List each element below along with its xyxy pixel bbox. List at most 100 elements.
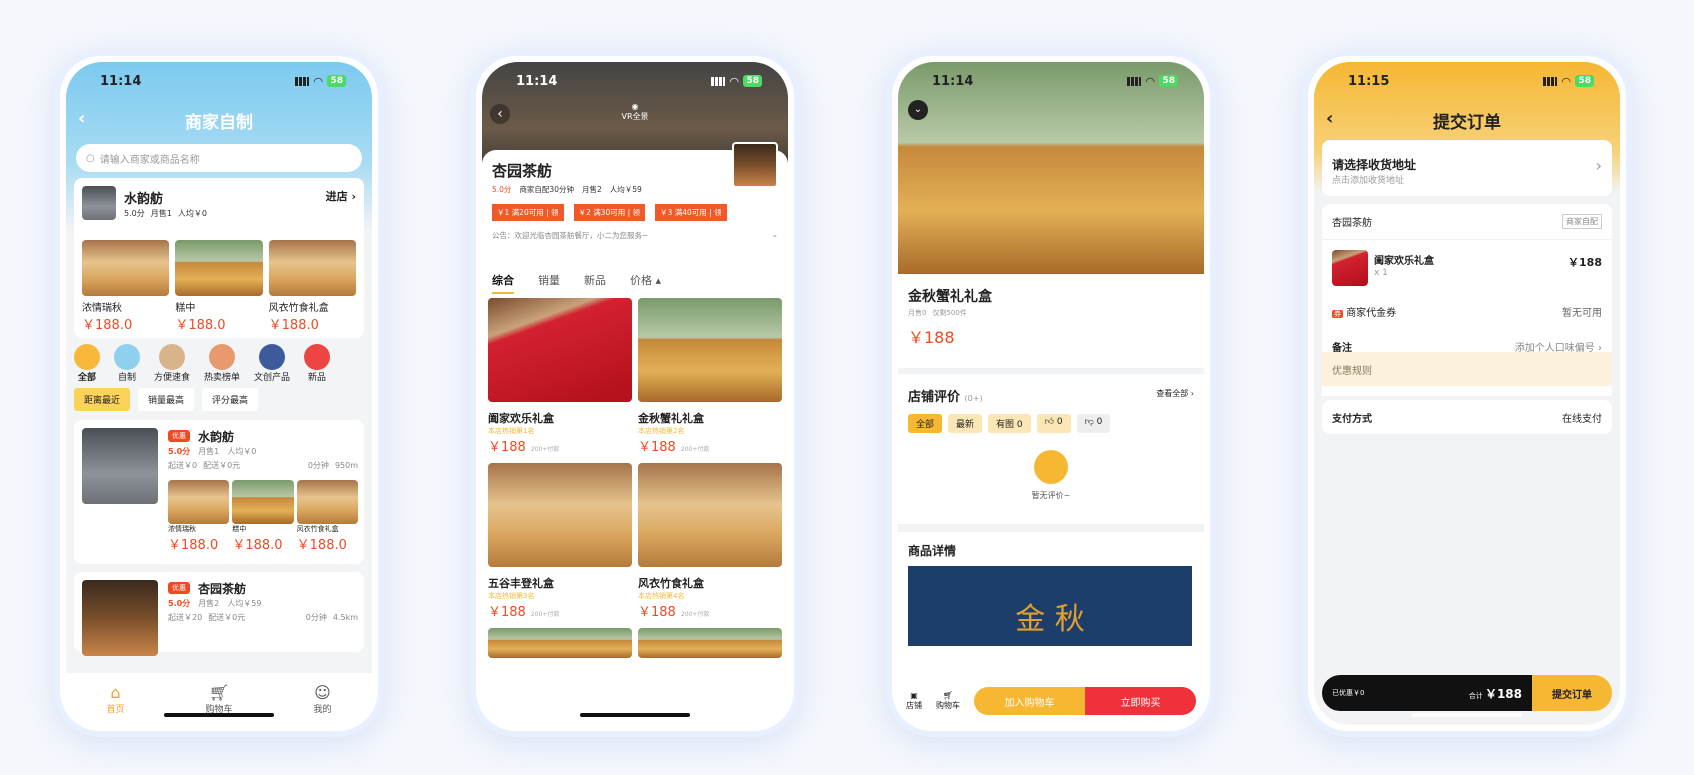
phone-shop-detail: 11:14 ◠ 58 ‹ ◉ VR全景 杏园茶舫 5.0分 商家自配30分钟 月售2 人均￥… xyxy=(470,50,800,737)
sort-rating[interactable]: 评分最高 xyxy=(202,388,259,411)
empty-review: 暂无评价~ xyxy=(1031,491,1071,500)
shop-button[interactable]: ▣ 店铺 xyxy=(906,691,922,711)
voucher-row[interactable]: 券 商家代金券 暂无可用 xyxy=(1322,296,1612,327)
culture-icon xyxy=(259,344,286,370)
product-card[interactable]: 五谷丰登礼盒 本店热销第3名 ￥188 200+付款 xyxy=(488,463,632,620)
order-item: 阖家欢乐礼盒 x 1 ￥188 xyxy=(1322,240,1612,296)
sort-distance[interactable]: 距离最近 xyxy=(74,388,131,411)
category-item[interactable]: 自制 xyxy=(114,344,140,383)
new-icon xyxy=(304,344,331,370)
tab-bar: ⌂ 首页 🛒︎ 购物车 ☺ 我的 xyxy=(66,673,372,725)
chevron-down-icon: ⌄ xyxy=(771,230,778,239)
back-icon[interactable]: ‹ xyxy=(1326,108,1333,129)
featured-shop-card[interactable]: 水韵舫 进店 › 5.0分 月售1 人均￥0 浓情瑞秋 ￥188.0 糕中 ￥188.0… xyxy=(74,178,364,338)
product-card[interactable]: 金秋蟹礼礼盒 本店热销第2名 ￥188 200+付款 xyxy=(638,298,782,455)
cart-button[interactable]: 🛒︎ 购物车 xyxy=(936,691,960,711)
category-item[interactable]: 文创产品 xyxy=(254,344,290,383)
discount-badge: 优惠 xyxy=(168,430,190,442)
add-to-cart-button[interactable]: 加入购物车 xyxy=(974,687,1085,715)
category-row: 全部 自制 方便速食 热卖榜单 文创产品 新品 xyxy=(74,344,372,383)
tab-new[interactable]: 新品 xyxy=(584,272,606,294)
back-icon[interactable]: ‹ xyxy=(490,104,510,124)
detail-title: 商品详情 xyxy=(908,544,957,558)
coupon[interactable]: ￥2 满30可用 | 领 xyxy=(573,204,646,221)
snack-icon xyxy=(159,344,185,370)
cart-icon: 🛒︎ xyxy=(208,683,230,702)
home-indicator xyxy=(164,713,274,717)
review-title: 店铺评价 (0+) xyxy=(908,390,983,405)
coupon[interactable]: ￥3 满40可用 | 领 xyxy=(655,204,727,221)
filter-photo[interactable]: 有图 0 xyxy=(988,414,1031,433)
page-title: 商家自制 xyxy=(185,112,253,133)
tab-composite[interactable]: 综合 xyxy=(492,272,514,294)
page-title: 提交订单 xyxy=(1433,112,1501,133)
vr-icon: ◉ xyxy=(631,102,639,111)
payment-row[interactable]: 支付方式 在线支付 xyxy=(1322,400,1612,434)
home-icon: ⌂ xyxy=(110,683,121,702)
buy-now-button[interactable]: 立即购买 xyxy=(1085,687,1196,715)
monthly-sales: 月售1 xyxy=(150,209,172,218)
collapse-icon[interactable]: ⌄ xyxy=(908,100,928,120)
promo-rules[interactable]: 优惠规则 xyxy=(1322,352,1612,386)
chevron-right-icon: › xyxy=(1595,156,1602,175)
product-name: 金秋蟹礼礼盒 xyxy=(908,289,992,305)
total-price: ￥188 xyxy=(1484,686,1522,701)
home-indicator xyxy=(580,713,690,717)
tab-price[interactable]: 价格 ▴ xyxy=(630,272,661,294)
category-item[interactable]: 热卖榜单 xyxy=(204,344,240,383)
magnifier-icon xyxy=(1034,450,1068,484)
gift-icon xyxy=(74,344,100,370)
search-placeholder: 请输入商家或商品名称 xyxy=(99,154,200,166)
category-item[interactable]: 全部 xyxy=(74,344,100,383)
wifi-icon: ◠ xyxy=(314,74,323,88)
detail-banner: 金 秋 xyxy=(908,566,1192,646)
category-item[interactable]: 新品 xyxy=(304,344,331,383)
shop-avatar xyxy=(82,186,116,220)
rating: 5.0分 xyxy=(124,209,145,218)
hotsale-icon xyxy=(209,344,236,370)
phone-product-detail: 11:14 ◠ 58 ⌄ 金秋蟹礼礼盒 月售0 仅剩500件 ￥188 店铺评价 (0… xyxy=(886,50,1216,737)
shop-name: 杏园茶舫 xyxy=(492,162,553,180)
featured-item[interactable]: 浓情瑞秋 ￥188.0 xyxy=(82,240,170,333)
tab-sales[interactable]: 销量 xyxy=(538,272,560,294)
battery-icon: 58 xyxy=(327,75,346,87)
filter-bad[interactable]: 👎︎ 0 xyxy=(1076,414,1111,433)
filter-all[interactable]: 全部 xyxy=(908,414,943,433)
view-all-link[interactable]: 查看全部 › xyxy=(1156,388,1194,399)
phone-submit-order: 11:15 ◠ 58 ‹ 提交订单 请选择收货地址 点击添加收货地址 › 杏园茶舫 商家自… xyxy=(1302,50,1632,737)
user-icon: ☺ xyxy=(314,683,331,702)
cart-icon: 🛒︎ xyxy=(942,691,954,700)
category-item[interactable]: 方便速食 xyxy=(154,344,190,383)
filter-good[interactable]: 👍︎ 0 xyxy=(1036,414,1071,433)
filter-latest[interactable]: 最新 xyxy=(948,414,983,433)
enter-shop-link[interactable]: 进店 › xyxy=(326,188,356,204)
shop-name: 水韵舫 xyxy=(124,192,164,207)
back-icon[interactable]: ‹ xyxy=(78,108,85,129)
tab-mine[interactable]: ☺ 我的 xyxy=(313,683,331,715)
shop-logo xyxy=(732,142,778,188)
status-bar: 11:14 ◠ 58 xyxy=(66,62,372,100)
sort-sales[interactable]: 销量最高 xyxy=(138,388,195,411)
search-input[interactable]: ○ 请输入商家或商品名称 xyxy=(76,144,362,172)
home-indicator xyxy=(1412,713,1522,717)
submit-order-button[interactable]: 提交订单 xyxy=(1532,675,1612,711)
product-card[interactable]: 阖家欢乐礼盒 本店热销第1名 ￥188 200+付款 xyxy=(488,298,632,455)
bowl-icon xyxy=(114,344,140,370)
coupon[interactable]: ￥1 满20可用 | 领 xyxy=(492,204,564,221)
tab-home[interactable]: ⌂ 首页 xyxy=(106,683,124,715)
shop-card[interactable]: 优惠 杏园茶舫 5.0分 月售2 人均￥59 起送￥20 配送￥0元 0分钟 4.5km xyxy=(74,572,364,656)
featured-item[interactable]: 风衣竹食礼盒 ￥188.0 xyxy=(268,240,356,333)
address-card[interactable]: 请选择收货地址 点击添加收货地址 › xyxy=(1322,140,1612,196)
vr-button[interactable]: ◉ VR全景 xyxy=(621,102,648,122)
discount-text: 已优惠￥0 xyxy=(1332,689,1365,697)
shop-card[interactable]: 优惠 水韵舫 5.0分 月售1 人均￥0 起送￥0 配送￥0元 0分钟 950m 浓情瑞秋… xyxy=(74,420,364,564)
notice[interactable]: 公告：欢迎光临杏园茶舫餐厅，小二为您服务~ ⌄ xyxy=(492,230,778,241)
phone-merchant-list: 11:14 ◠ 58 ‹ 商家自制 ○ 请输入商家或商品名称 水韵舫 进店 › 5.0分… xyxy=(54,50,384,737)
tab-cart[interactable]: 🛒︎ 购物车 xyxy=(205,683,232,715)
featured-item[interactable]: 糕中 ￥188.0 xyxy=(175,240,263,333)
product-card[interactable]: 风衣竹食礼盒 本店热销第4名 ￥188 200+付款 xyxy=(638,463,782,620)
avg-price: 人均￥0 xyxy=(177,209,207,218)
clock: 11:14 xyxy=(100,73,142,89)
thumbs-down-icon: 👎︎ xyxy=(1084,417,1094,427)
delivery-tag: 商家自配 xyxy=(1562,214,1602,229)
